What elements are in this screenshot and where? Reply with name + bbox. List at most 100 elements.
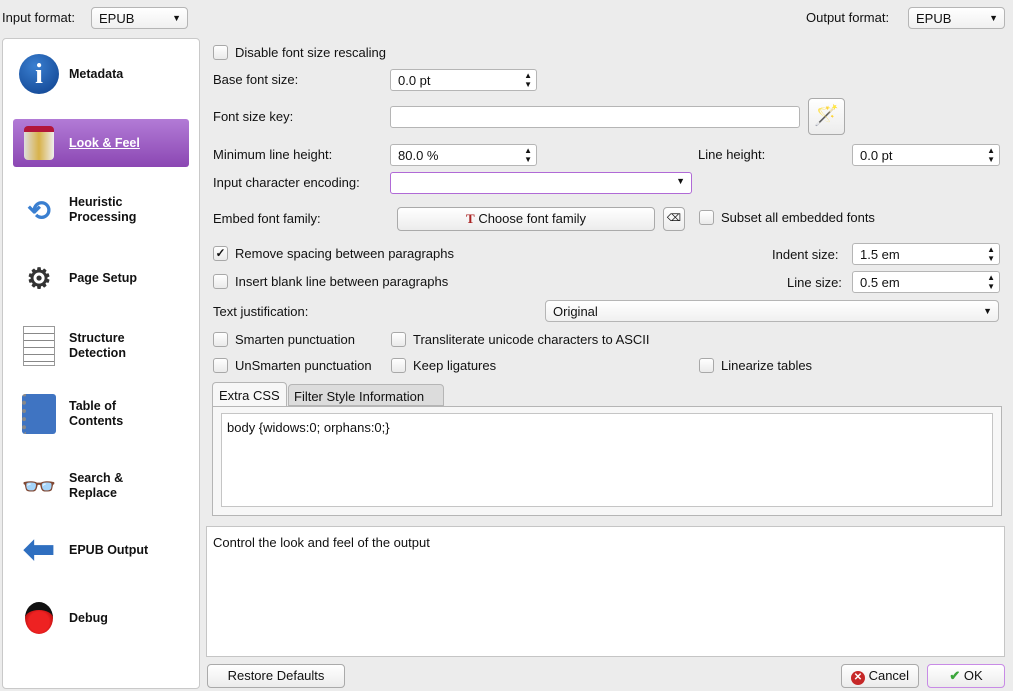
checkbox-box [699,210,714,225]
spin-value: 80.0 % [398,148,439,163]
encoding-label: Input character encoding: [213,175,360,190]
font-key-input[interactable] [390,106,800,128]
sidebar-item-label: Debug [69,610,108,625]
insert-blank-line-checkbox[interactable]: Insert blank line between paragraphs [213,274,448,289]
checkbox-box [213,332,228,347]
subset-fonts-checkbox[interactable]: Subset all embedded fonts [699,210,875,225]
sidebar-item-epub-output[interactable]: ⬅ EPUB Output [13,526,189,574]
spin-arrows-icon: ▲ ▼ [524,71,532,89]
justification-select[interactable]: Original ▼ [545,300,999,322]
sidebar-item-debug[interactable]: Debug [13,594,189,642]
checkbox-box [391,332,406,347]
indent-size-label: Indent size: [772,247,839,262]
clear-font-button[interactable]: ⌫ [663,207,685,231]
spin-value: 0.5 em [860,275,900,290]
cancel-button[interactable]: ✕ Cancel [841,664,919,688]
spin-value: 1.5 em [860,247,900,262]
css-text: body {widows:0; orphans:0;} [227,420,390,435]
line-size-spinbox[interactable]: 0.5 em ▲ ▼ [852,271,1000,293]
checkbox-label: Linearize tables [721,358,813,373]
checkbox-label: Remove spacing between paragraphs [235,246,454,261]
encoding-combobox[interactable]: ▼ [390,172,692,194]
ladybug-icon [17,596,61,640]
output-format-value: EPUB [916,11,952,26]
button-label: Choose font family [478,211,586,226]
chevron-down-icon: ▼ [989,13,998,23]
gears-icon: ⚙ [26,262,52,294]
sidebar-item-heuristic[interactable]: ⟲ Heuristic Processing [13,186,189,234]
disable-rescaling-checkbox[interactable]: Disable font size rescaling [213,45,386,60]
keep-ligatures-checkbox[interactable]: Keep ligatures [391,358,496,373]
input-format-select[interactable]: EPUB ▼ [91,7,188,29]
line-height-label: Line height: [698,147,766,162]
justification-label: Text justification: [213,304,309,319]
document-icon [17,324,61,368]
checkbox-box [391,358,406,373]
checkbox-label: Smarten punctuation [235,332,355,347]
base-font-label: Base font size: [213,72,299,87]
font-icon: T [466,211,475,226]
sidebar-item-page-setup[interactable]: ⚙ Page Setup [13,254,189,302]
output-format-label: Output format: [806,10,890,25]
line-size-label: Line size: [787,275,842,290]
sidebar-item-metadata[interactable]: i Metadata [13,50,189,98]
min-line-spinbox[interactable]: 80.0 % ▲ ▼ [390,144,537,166]
remove-spacing-checkbox[interactable]: ✓ Remove spacing between paragraphs [213,246,454,261]
sidebar-item-structure[interactable]: Structure Detection [13,322,189,370]
sidebar-item-label: Metadata [69,66,124,81]
spin-value: 0.0 pt [398,73,431,88]
input-format-value: EPUB [99,11,135,26]
base-font-spinbox[interactable]: 0.0 pt ▲ ▼ [390,69,537,91]
unsmarten-checkbox[interactable]: UnSmarten punctuation [213,358,372,373]
sidebar-item-look-feel[interactable]: Look & Feel [13,119,189,167]
spin-value: 0.0 pt [860,148,893,163]
transliterate-checkbox[interactable]: Transliterate unicode characters to ASCI… [391,332,650,347]
smarten-checkbox[interactable]: Smarten punctuation [213,332,355,347]
sidebar-item-search-replace[interactable]: 👓 Search & Replace [13,458,189,514]
font-key-wizard-button[interactable]: 🪄 [808,98,845,135]
linearize-tables-checkbox[interactable]: Linearize tables [699,358,812,373]
checkbox-box [699,358,714,373]
spin-arrows-icon: ▲ ▼ [987,146,995,164]
embed-font-label: Embed font family: [213,211,321,226]
spin-arrows-icon: ▲ ▼ [987,245,995,263]
binoculars-icon: 👓 [21,470,57,502]
sidebar-item-label: Page Setup [69,270,138,285]
checkbox-label: UnSmarten punctuation [235,358,372,373]
sidebar: i Metadata Look & Feel ⟲ Heuristic Process… [2,38,200,689]
font-key-label: Font size key: [213,109,294,124]
sidebar-item-label: Structure Detection [69,331,126,360]
spin-arrows-icon: ▲ ▼ [987,273,995,291]
backspace-icon: ⌫ [666,213,682,224]
select-value: Original [553,304,598,319]
tab-extra-css[interactable]: Extra CSS [212,382,287,407]
checkbox-label: Subset all embedded fonts [721,210,875,225]
button-label: Cancel [868,668,910,683]
sidebar-item-label: Look & Feel [69,135,140,150]
indent-size-spinbox[interactable]: 1.5 em ▲ ▼ [852,243,1000,265]
min-line-label: Minimum line height: [213,147,333,162]
checkbox-box [213,45,228,60]
tab-filter-style[interactable]: Filter Style Information [288,384,444,406]
heuristic-icon: ⟲ [27,194,51,226]
help-text: Control the look and feel of the output [213,535,430,550]
extra-css-editor[interactable]: body {widows:0; orphans:0;} [221,413,993,507]
notebook-icon [17,392,61,436]
paint-bucket-icon [17,121,61,165]
ok-button[interactable]: ✔ OK [927,664,1005,688]
sidebar-item-label: Table of Contents [69,399,124,428]
chevron-down-icon: ▼ [172,13,181,23]
tab-label: Extra CSS [219,388,280,403]
choose-font-button[interactable]: T Choose font family [397,207,655,231]
line-height-spinbox[interactable]: 0.0 pt ▲ ▼ [852,144,1000,166]
cancel-icon: ✕ [850,671,865,685]
checkbox-box [213,274,228,289]
sidebar-item-label: Heuristic Processing [69,195,137,224]
checkbox-label: Keep ligatures [413,358,497,373]
checkmark-icon: ✔ [949,668,961,683]
sidebar-item-label: Search & Replace [69,471,124,500]
tab-label: Filter Style Information [294,389,425,404]
output-format-select[interactable]: EPUB ▼ [908,7,1005,29]
restore-defaults-button[interactable]: Restore Defaults [207,664,345,688]
sidebar-item-toc[interactable]: Table of Contents [13,390,189,438]
